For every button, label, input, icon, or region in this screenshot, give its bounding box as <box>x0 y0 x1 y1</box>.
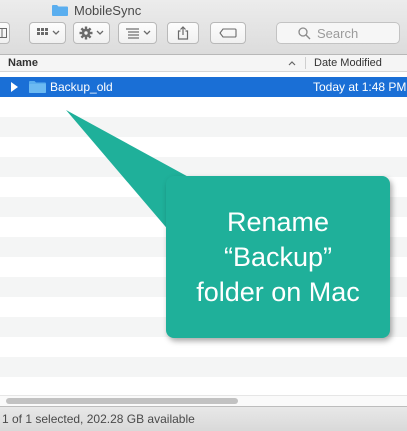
search-icon <box>298 27 311 40</box>
columns-icon <box>0 28 7 38</box>
status-bar: 1 of 1 selected, 202.28 GB available <box>0 406 407 431</box>
folder-icon <box>52 5 68 16</box>
window-title-label: MobileSync <box>74 2 142 18</box>
edit-tags-button[interactable] <box>210 22 246 44</box>
window-title: MobileSync <box>52 0 141 20</box>
empty-row <box>0 117 407 137</box>
search-field[interactable] <box>276 22 407 44</box>
file-row-backup-old[interactable]: Backup_old Today at 1:48 PM <box>0 77 407 97</box>
annotation-callout: Rename “Backup” folder on Mac <box>166 176 390 338</box>
tag-icon <box>219 28 237 38</box>
share-icon <box>177 26 189 40</box>
view-options-button[interactable] <box>118 22 157 44</box>
folder-icon <box>29 81 46 93</box>
action-button[interactable] <box>73 22 110 44</box>
empty-row <box>0 377 407 397</box>
scrollbar-thumb[interactable] <box>6 398 238 404</box>
gear-icon <box>79 26 103 40</box>
status-text: 1 of 1 selected, 202.28 GB available <box>2 412 195 426</box>
disclosure-triangle-icon[interactable] <box>11 82 18 92</box>
column-view-button[interactable] <box>0 22 10 44</box>
column-header: Name Date Modified <box>0 55 407 72</box>
sort-chevron-icon[interactable] <box>287 56 297 70</box>
empty-row <box>0 97 407 117</box>
name-column-header[interactable]: Name <box>8 57 38 69</box>
search-input[interactable] <box>317 25 407 41</box>
grid-icon <box>36 28 59 35</box>
date-modified-column-header[interactable]: Date Modified <box>314 57 382 69</box>
list-icon <box>125 28 150 39</box>
share-button[interactable] <box>167 22 199 44</box>
arrange-button[interactable] <box>29 22 66 44</box>
finder-toolbar: MobileSync <box>0 0 407 55</box>
empty-row <box>0 337 407 357</box>
empty-row <box>0 157 407 177</box>
column-divider[interactable] <box>305 57 306 69</box>
empty-row <box>0 137 407 157</box>
file-date-modified: Today at 1:48 PM <box>313 80 407 94</box>
file-name[interactable]: Backup_old <box>50 80 113 94</box>
empty-row <box>0 357 407 377</box>
horizontal-scrollbar[interactable] <box>0 395 407 406</box>
